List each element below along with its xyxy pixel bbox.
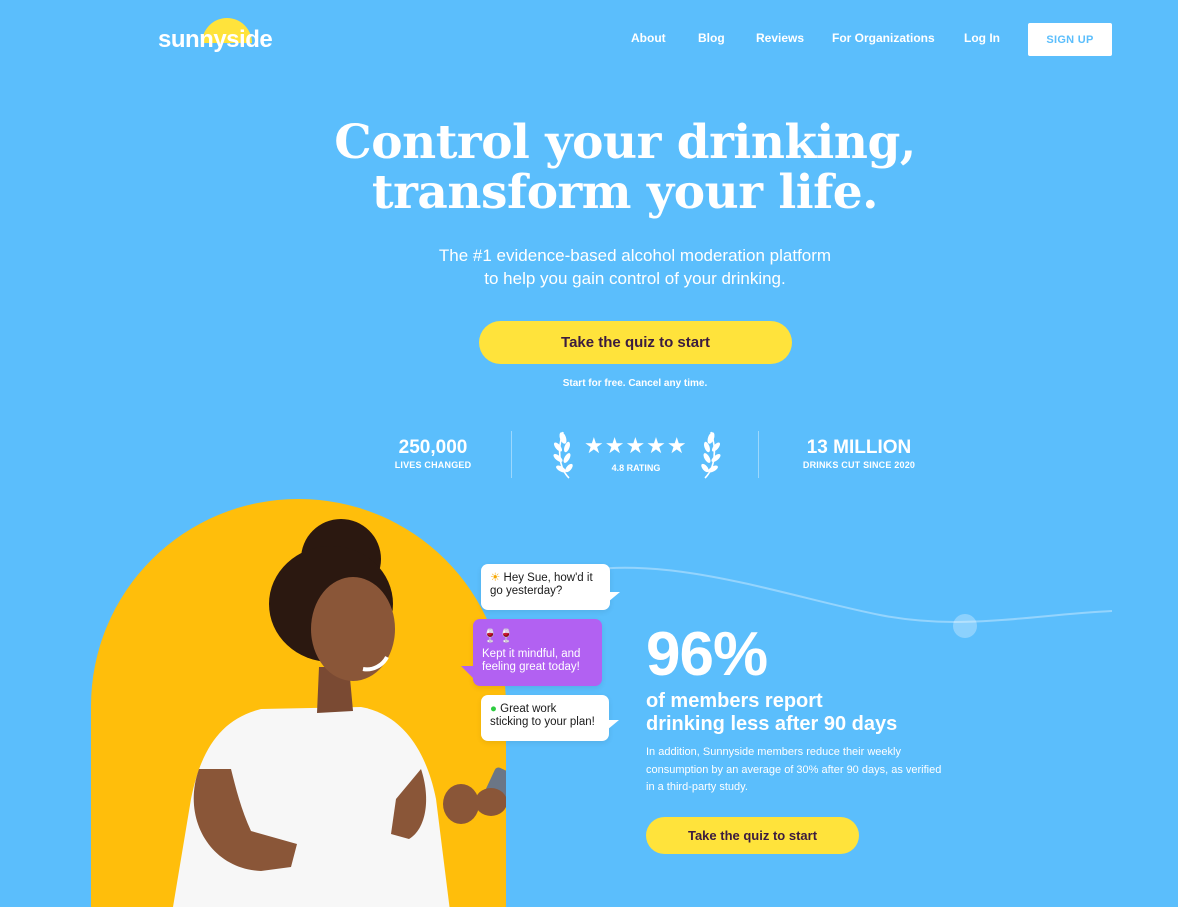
results-description: In addition, Sunnyside members reduce th… [646, 746, 942, 793]
chat-message-2-line2: feeling great today! [482, 661, 580, 673]
drinks-cut-stat: 13 MILLION DRINKS CUT SINCE 2020 [790, 437, 928, 471]
bubble-tail [607, 720, 619, 730]
drinks-cut-value: 13 MILLION [806, 437, 912, 458]
hero-title-line1: Control your drinking, [334, 115, 916, 170]
take-quiz-button-secondary[interactable]: Take the quiz to start [646, 817, 859, 854]
decorative-curve [560, 566, 1113, 638]
chat-message-3-line1: Great work [500, 703, 557, 715]
lives-changed-stat: 250,000 LIVES CHANGED [383, 437, 483, 471]
chat-bubble-coach-reply: ● Great work sticking to your plan! [481, 695, 609, 741]
hero-subtitle: The #1 evidence-based alcohol moderation… [360, 244, 910, 290]
chat-bubble-coach: ☀ Hey Sue, how'd it go yesterday? [481, 564, 610, 610]
green-dot-icon: ● [490, 703, 497, 715]
free-trial-note: Start for free. Cancel any time. [562, 378, 708, 389]
laurel-left-icon [553, 431, 573, 479]
nav-blog[interactable]: Blog [698, 31, 725, 45]
wine-glasses-icon: 🍷🍷 [482, 628, 515, 643]
chat-bubble-user: 🍷🍷 Kept it mindful, and feeling great to… [473, 619, 602, 686]
nav-about[interactable]: About [631, 31, 666, 45]
rating-stars-icon: ★★★★★ [584, 433, 688, 458]
chat-message-3-line2: sticking to your plan! [490, 716, 595, 728]
results-headline-line1: of members report [646, 690, 823, 712]
landing-page: sunnyside About Blog Reviews For Organiz… [0, 0, 1178, 907]
chat-message-2-line1: Kept it mindful, and [482, 648, 581, 660]
woman-with-phone-image [173, 519, 506, 907]
sunnyside-logo[interactable]: sunnyside [158, 18, 273, 54]
lives-changed-value: 250,000 [398, 437, 468, 458]
results-headline-line2: drinking less after 90 days [646, 713, 898, 735]
bubble-tail [461, 666, 473, 678]
nav-reviews[interactable]: Reviews [756, 31, 804, 45]
percent-stat: 96% [646, 620, 768, 689]
hero-title: Control your drinking, transform your li… [200, 118, 1050, 218]
results-headline: of members report drinking less after 90… [646, 690, 966, 736]
stat-divider [758, 431, 759, 478]
chat-message-1-line1: Hey Sue, how'd it [503, 572, 593, 584]
lives-changed-label: LIVES CHANGED [394, 460, 472, 470]
sun-emoji-icon: ☀ [490, 572, 501, 584]
logo-text: sunnyside [158, 26, 273, 53]
nav-log-in[interactable]: Log In [964, 31, 1000, 45]
rating-label: 4.8 RATING [611, 463, 661, 473]
laurel-right-icon [701, 431, 721, 479]
nav-for-organizations[interactable]: For Organizations [832, 31, 935, 45]
sign-up-button[interactable]: SIGN UP [1028, 23, 1112, 56]
hero-subtitle-line2: to help you gain control of your drinkin… [484, 269, 786, 288]
bubble-tail [608, 592, 620, 602]
chat-message-1-line2: go yesterday? [490, 585, 563, 597]
stat-divider [511, 431, 512, 478]
take-quiz-button[interactable]: Take the quiz to start [479, 321, 792, 364]
hero-image-arch [91, 499, 506, 907]
hero-title-line2: transform your life. [371, 165, 879, 220]
drinks-cut-label: DRINKS CUT SINCE 2020 [802, 460, 916, 470]
hero-subtitle-line1: The #1 evidence-based alcohol moderation… [438, 246, 832, 265]
